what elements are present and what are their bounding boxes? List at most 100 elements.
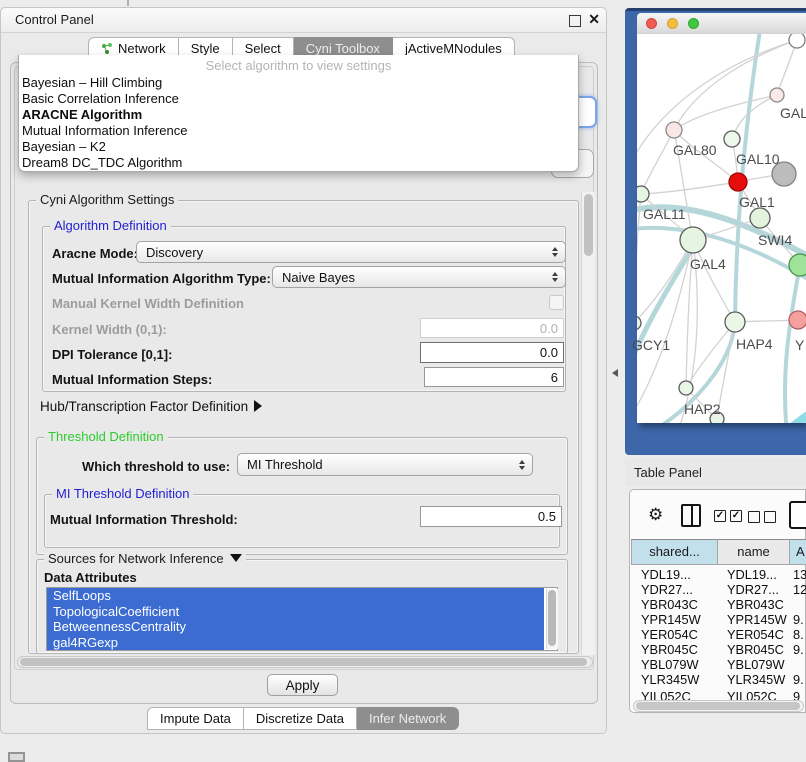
dropdown-item-highlighted[interactable]: ARACNE Algorithm (19, 107, 578, 123)
table-cell[interactable]: YDR27... (641, 582, 717, 597)
node-hap2[interactable] (679, 381, 693, 395)
dropdown-item[interactable]: Bayesian – K2 (19, 139, 578, 155)
mi-threshold-field[interactable] (420, 506, 562, 527)
node-gcy1[interactable] (637, 316, 641, 330)
deselect-all-checkboxes-icon[interactable] (748, 511, 776, 523)
table-cell[interactable]: YPR145W (727, 612, 789, 627)
table-cell[interactable]: YLR345W (727, 672, 789, 687)
node[interactable] (789, 34, 805, 48)
columns-icon[interactable] (681, 504, 701, 527)
close-icon[interactable]: ✕ (588, 11, 600, 28)
mac-minimize-button[interactable] (667, 18, 678, 29)
float-window-icon[interactable] (569, 15, 581, 27)
kernel-width-field[interactable] (420, 318, 564, 338)
manual-kernel-width-checkbox[interactable] (549, 295, 564, 310)
node-green-right[interactable] (789, 254, 806, 276)
mi-steps-field[interactable] (424, 367, 564, 387)
table-cell[interactable]: YBR043C (727, 597, 789, 612)
node-label-y-partial: Y (795, 337, 804, 353)
tab-infer-network[interactable]: Infer Network (357, 707, 459, 730)
node-gal10[interactable] (724, 131, 740, 147)
aracne-mode-combo[interactable]: Discovery (136, 241, 566, 263)
dropdown-item[interactable]: Dream8 DC_TDC Algorithm (19, 155, 578, 171)
table-cell[interactable]: 13 (793, 567, 806, 582)
table-cell[interactable]: YBL079W (727, 657, 789, 672)
table-sheet-icon[interactable] (789, 501, 806, 529)
node-gal1-red[interactable] (729, 173, 747, 191)
settings-vertical-scrollbar[interactable] (581, 192, 595, 655)
table-horizontal-scrollbar[interactable] (633, 700, 804, 712)
list-item[interactable]: BetweennessCentrality (47, 619, 544, 635)
table-cell[interactable] (793, 597, 806, 612)
data-attributes-list[interactable]: SelfLoops TopologicalCoefficient Between… (46, 587, 558, 651)
node-hap4[interactable] (725, 312, 745, 332)
select-all-checkboxes-icon[interactable]: ✓ ✓ (714, 510, 742, 522)
table-cell[interactable]: YDL19... (727, 567, 789, 582)
table-cell[interactable]: 9. (793, 672, 806, 687)
hub-definition-toggle[interactable]: Hub/Transcription Factor Definition (40, 399, 262, 414)
node-gal11[interactable] (637, 186, 649, 202)
node-gal80[interactable] (666, 122, 682, 138)
table-cell[interactable] (793, 657, 806, 672)
dropdown-item[interactable]: Basic Correlation Inference (19, 91, 578, 107)
threshold-definition-title: Threshold Definition (44, 430, 168, 444)
panel-splitter-arrow[interactable] (612, 369, 618, 377)
dpi-tolerance-label: DPI Tolerance [0,1]: (52, 347, 172, 362)
table-cell[interactable]: YER054C (727, 627, 789, 642)
table-cell[interactable]: 9. (793, 612, 806, 627)
combo-spinner-icon (552, 272, 558, 282)
sources-toggle[interactable]: Sources for Network Inference (44, 552, 246, 566)
table-cell[interactable]: 9. (793, 642, 806, 657)
list-scrollbar-thumb[interactable] (548, 590, 556, 646)
table-cell[interactable]: 8. (793, 627, 806, 642)
table-cell[interactable]: YLR345W (641, 672, 717, 687)
column-header-name[interactable]: name (717, 539, 790, 565)
mi-algorithm-type-combo[interactable]: Naive Bayes (272, 266, 566, 288)
mac-zoom-button[interactable] (688, 18, 699, 29)
dpi-tolerance-field[interactable] (420, 342, 564, 363)
list-item[interactable]: TopologicalCoefficient (47, 604, 544, 620)
tab-discretize-data[interactable]: Discretize Data (244, 707, 357, 730)
node-swi4[interactable] (750, 208, 770, 228)
list-item[interactable]: gal4RGexp (47, 635, 544, 651)
dropdown-item[interactable]: Mutual Information Inference (19, 123, 578, 139)
node-y-partial[interactable] (789, 311, 806, 329)
combo-spinner-icon (552, 247, 558, 257)
edge (674, 40, 797, 130)
table-panel-title: Table Panel (634, 465, 702, 480)
which-threshold-combo[interactable]: MI Threshold (237, 453, 533, 476)
settings-vertical-scrollbar-thumb[interactable] (584, 194, 593, 256)
tab-impute-data[interactable]: Impute Data (147, 707, 244, 730)
apply-button[interactable]: Apply (267, 674, 338, 696)
node-gal4[interactable] (680, 227, 706, 253)
network-window-titlebar[interactable] (637, 13, 806, 34)
table-cell[interactable]: YDL19... (641, 567, 717, 582)
table-cell[interactable]: 12 (793, 582, 806, 597)
gear-icon[interactable]: ⚙ (648, 505, 663, 525)
table-horizontal-scrollbar-thumb[interactable] (636, 702, 800, 710)
settings-horizontal-scrollbar-thumb[interactable] (20, 658, 587, 666)
node-label-gal11: GAL11 (643, 206, 686, 222)
mac-close-button[interactable] (646, 18, 657, 29)
table-cell[interactable]: YPR145W (641, 612, 717, 627)
settings-horizontal-scrollbar[interactable] (17, 656, 593, 668)
network-canvas[interactable]: GAL80 GAL10 GAL1 GAL11 SWI4 GAL4 GCY1 HA… (637, 34, 806, 423)
table-cell[interactable]: YBR043C (641, 597, 717, 612)
mi-threshold-definition-title: MI Threshold Definition (52, 487, 193, 501)
node-gal-partial[interactable] (770, 88, 784, 102)
table-cell[interactable]: YBL079W (641, 657, 717, 672)
column-header-shared-name[interactable]: shared... (631, 539, 718, 565)
table-cell[interactable]: YBR045C (727, 642, 789, 657)
hub-definition-label: Hub/Transcription Factor Definition (40, 399, 248, 414)
data-attributes-label: Data Attributes (44, 570, 137, 585)
collapse-down-icon (230, 554, 242, 562)
list-scrollbar[interactable] (546, 589, 558, 649)
algorithm-dropdown-list: Select algorithm to view settings Bayesi… (18, 55, 579, 172)
table-cell[interactable]: YBR045C (641, 642, 717, 657)
collapsed-panel-grip[interactable] (8, 752, 25, 762)
list-item[interactable]: SelfLoops (47, 588, 544, 604)
dropdown-item[interactable]: Bayesian – Hill Climbing (19, 75, 578, 91)
column-header-partial[interactable]: A (789, 539, 806, 565)
table-cell[interactable]: YDR27... (727, 582, 789, 597)
table-cell[interactable]: YER054C (641, 627, 717, 642)
